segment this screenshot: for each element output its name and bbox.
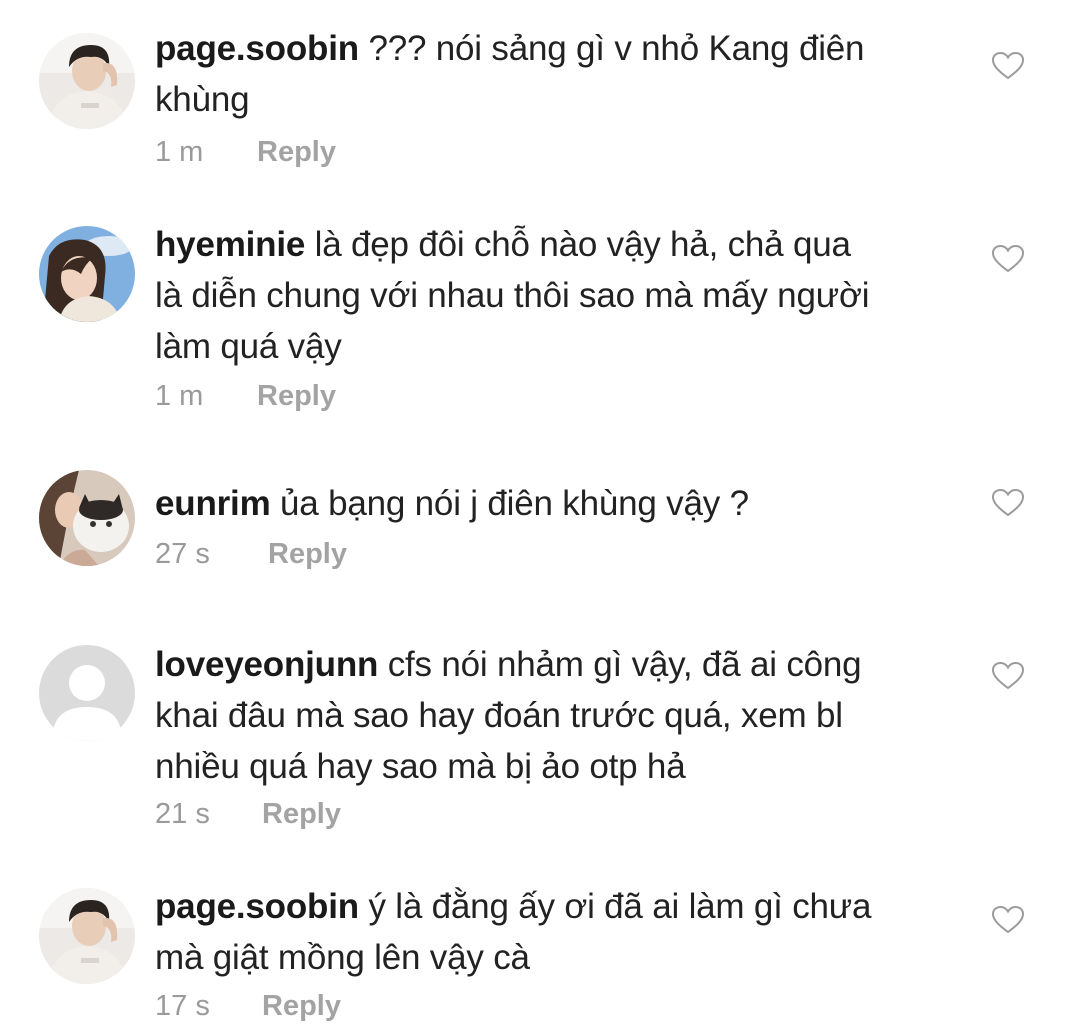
- reply-button[interactable]: Reply: [262, 986, 341, 1026]
- comment-meta: 1 m Reply: [155, 132, 336, 172]
- boy-avatar-photo: [39, 33, 135, 129]
- avatar[interactable]: [39, 33, 135, 129]
- comment-username[interactable]: eunrim: [155, 484, 271, 523]
- comment-text: loveyeonjunn cfs nói nhảm gì vậy, đã ai …: [155, 639, 955, 792]
- avatar[interactable]: [39, 470, 135, 566]
- comment-text: page.soobin ??? nói sảng gì v nhỏ Kang đ…: [155, 23, 955, 125]
- reply-button[interactable]: Reply: [268, 534, 347, 574]
- comment-text: hyeminie là đẹp đôi chỗ nào vậy hả, chả …: [155, 219, 955, 372]
- heart-icon[interactable]: [991, 905, 1025, 935]
- comment-timestamp: 21 s: [155, 798, 210, 830]
- comment-username[interactable]: page.soobin: [155, 29, 359, 68]
- heart-icon[interactable]: [991, 488, 1025, 518]
- reply-button[interactable]: Reply: [257, 132, 336, 172]
- comment-meta: 1 m Reply: [155, 376, 336, 416]
- comment-timestamp: 1 m: [155, 380, 204, 412]
- comment-text: page.soobin ý là đằng ấy ơi đã ai làm gì…: [155, 881, 955, 983]
- comment-meta: 21 s Reply: [155, 794, 341, 834]
- comment-text: eunrim ủa bạng nói j điên khùng vậy ?: [155, 478, 955, 529]
- heart-icon[interactable]: [991, 51, 1025, 81]
- comment-timestamp: 27 s: [155, 538, 210, 570]
- comment-timestamp: 17 s: [155, 990, 210, 1022]
- comment-meta: 27 s Reply: [155, 534, 347, 574]
- reply-button[interactable]: Reply: [257, 376, 336, 416]
- comment-meta: 17 s Reply: [155, 986, 341, 1026]
- heart-icon[interactable]: [991, 661, 1025, 691]
- girl-avatar-photo: [39, 226, 135, 322]
- comment-username[interactable]: loveyeonjunn: [155, 645, 378, 684]
- reply-button[interactable]: Reply: [262, 794, 341, 834]
- avatar[interactable]: [39, 888, 135, 984]
- comment-username[interactable]: page.soobin: [155, 887, 359, 926]
- avatar[interactable]: [39, 645, 135, 741]
- comment-timestamp: 1 m: [155, 136, 204, 168]
- heart-icon[interactable]: [991, 244, 1025, 274]
- avatar[interactable]: [39, 226, 135, 322]
- girl-with-cat-avatar-photo: [39, 470, 135, 566]
- boy-avatar-photo: [39, 888, 135, 984]
- comment-body: ủa bạng nói j điên khùng vậy ?: [280, 484, 749, 523]
- default-user-icon: [39, 645, 135, 741]
- comment-username[interactable]: hyeminie: [155, 225, 305, 264]
